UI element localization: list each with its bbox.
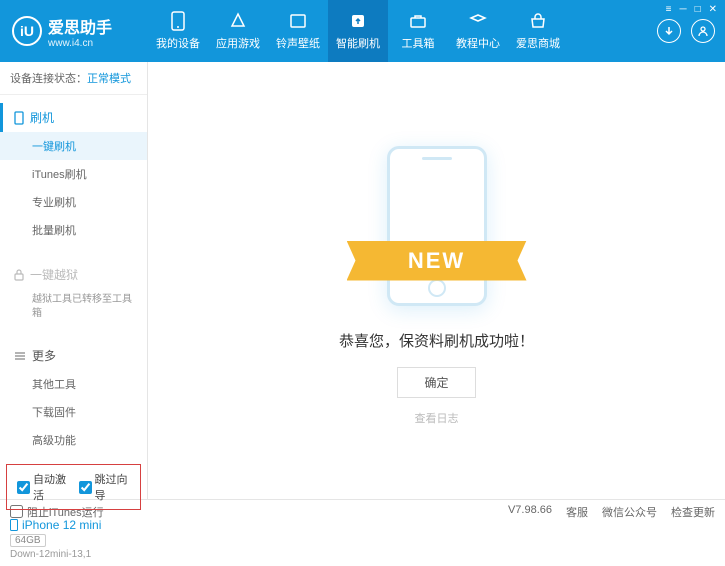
nav-my-device[interactable]: 我的设备 [148, 0, 208, 62]
sidebar-item-advanced[interactable]: 高级功能 [0, 426, 147, 454]
success-message: 恭喜您，保资料刷机成功啦！ [339, 330, 534, 351]
sidebar-item-firmware[interactable]: 下载固件 [0, 398, 147, 426]
maximize-icon[interactable]: □ [695, 4, 701, 15]
nav-label: 工具箱 [402, 35, 435, 51]
flash-icon [348, 11, 368, 31]
section-title: 刷机 [30, 109, 54, 126]
nav-label: 应用游戏 [216, 35, 260, 51]
sidebar-item-batch[interactable]: 批量刷机 [0, 216, 147, 244]
nav-flash[interactable]: 智能刷机 [328, 0, 388, 62]
nav-ringtones[interactable]: 铃声壁纸 [268, 0, 328, 62]
status-value: 正常模式 [87, 73, 131, 85]
logo-icon: iU [12, 16, 42, 46]
close-icon[interactable]: ✕ [709, 4, 717, 15]
skip-guide-checkbox[interactable]: 跳过向导 [79, 471, 131, 503]
nav-label: 智能刷机 [336, 35, 380, 51]
sidebar-item-itunes[interactable]: iTunes刷机 [0, 160, 147, 188]
chk-label: 跳过向导 [95, 471, 131, 503]
wechat-link[interactable]: 微信公众号 [602, 504, 657, 520]
logo-area: iU 爱思助手 www.i4.cn [0, 14, 148, 49]
auto-activate-checkbox[interactable]: 自动激活 [17, 471, 69, 503]
view-log-link[interactable]: 查看日志 [415, 410, 459, 426]
jailbreak-note: 越狱工具已转移至工具箱 [32, 293, 133, 321]
apps-icon [228, 11, 248, 31]
nav-toolbox[interactable]: 工具箱 [388, 0, 448, 62]
minimize-icon[interactable]: ─ [679, 4, 686, 15]
version-label: V7.98.66 [508, 504, 552, 520]
chk-label: 自动激活 [33, 471, 69, 503]
wallpaper-icon [288, 11, 308, 31]
phone-icon [14, 111, 24, 125]
sidebar-item-oneclick[interactable]: 一键刷机 [0, 132, 147, 160]
download-button[interactable] [657, 19, 681, 43]
sidebar-item-other[interactable]: 其他工具 [0, 370, 147, 398]
nav-tutorials[interactable]: 教程中心 [448, 0, 508, 62]
sidebar-section-jailbreak: 一键越狱 [0, 260, 147, 289]
phone-icon [10, 519, 18, 531]
sidebar: 设备连接状态：正常模式 刷机 一键刷机 iTunes刷机 专业刷机 批量刷机 一… [0, 62, 148, 499]
sidebar-item-pro[interactable]: 专业刷机 [0, 188, 147, 216]
user-button[interactable] [691, 19, 715, 43]
device-info[interactable]: iPhone 12 mini 64GB Down-12mini-13,1 [0, 512, 147, 566]
app-url: www.i4.cn [48, 38, 112, 49]
success-illustration: NEW [337, 136, 537, 316]
section-title: 更多 [32, 347, 56, 364]
tutorial-icon [468, 11, 488, 31]
nav: 我的设备 应用游戏 铃声壁纸 智能刷机 工具箱 教程中心 爱思商城 [148, 0, 657, 62]
app-name: 爱思助手 [48, 14, 112, 38]
device-name: iPhone 12 mini [10, 518, 137, 532]
nav-store[interactable]: 爱思商城 [508, 0, 568, 62]
device-name-text: iPhone 12 mini [22, 518, 101, 532]
toolbox-icon [408, 11, 428, 31]
device-model: Down-12mini-13,1 [10, 549, 137, 560]
lock-icon [14, 269, 24, 281]
nav-apps[interactable]: 应用游戏 [208, 0, 268, 62]
nav-label: 教程中心 [456, 35, 500, 51]
nav-label: 我的设备 [156, 35, 200, 51]
device-storage: 64GB [10, 534, 46, 547]
support-link[interactable]: 客服 [566, 504, 588, 520]
device-icon [168, 11, 188, 31]
main-content: NEW 恭喜您，保资料刷机成功啦！ 确定 查看日志 [148, 62, 725, 499]
more-icon [14, 351, 26, 361]
nav-label: 爱思商城 [516, 35, 560, 51]
nav-label: 铃声壁纸 [276, 35, 320, 51]
connection-status: 设备连接状态：正常模式 [0, 62, 147, 95]
sidebar-section-flash[interactable]: 刷机 [0, 103, 147, 132]
status-label: 设备连接状态： [10, 73, 87, 85]
section-title: 一键越狱 [30, 266, 78, 283]
ok-button[interactable]: 确定 [397, 367, 475, 398]
new-ribbon: NEW [347, 241, 527, 281]
header: iU 爱思助手 www.i4.cn 我的设备 应用游戏 铃声壁纸 智能刷机 工具… [0, 0, 725, 62]
sidebar-section-more[interactable]: 更多 [0, 341, 147, 370]
options-row: 自动激活 跳过向导 [6, 464, 141, 510]
store-icon [528, 11, 548, 31]
update-link[interactable]: 检查更新 [671, 504, 715, 520]
menu-icon[interactable]: ≡ [666, 4, 672, 15]
